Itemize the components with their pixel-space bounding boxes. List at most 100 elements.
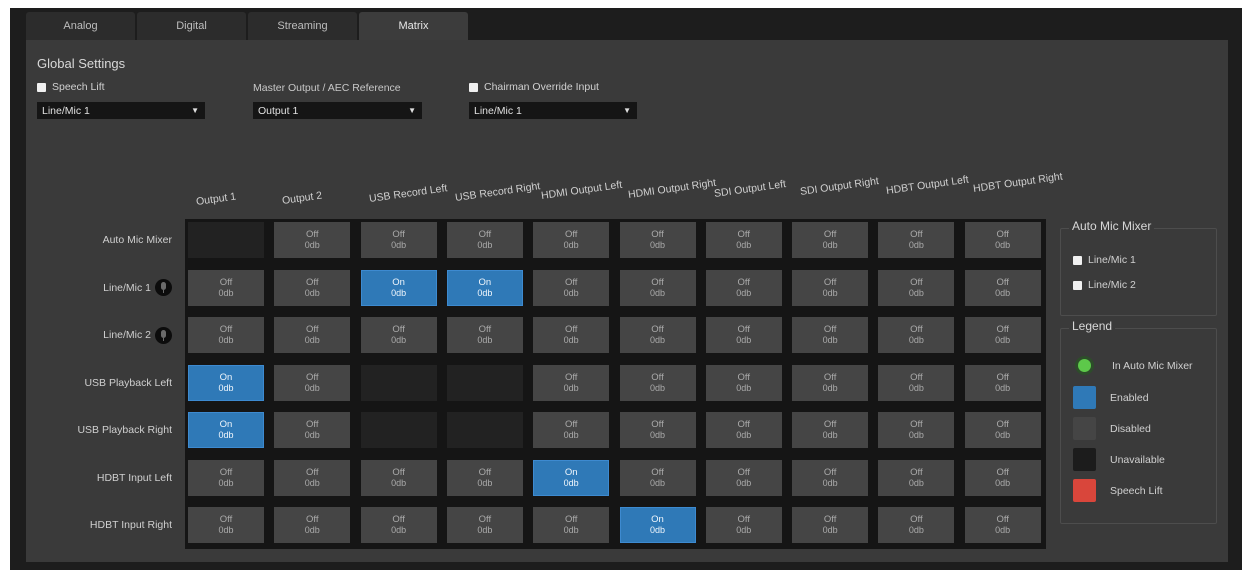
matrix-cell-hdbt-input-left-output-1[interactable]: Off 0db xyxy=(188,459,264,496)
chairman-override-toggle[interactable]: Chairman Override Input xyxy=(469,81,599,93)
matrix-cell-usb-playback-right-output-1[interactable]: On 0db xyxy=(188,412,264,448)
matrix-cell-line-mic-1-hdbt-output-left[interactable]: Off 0db xyxy=(878,269,955,306)
matrix-cell-hdbt-input-right-usb-record-left[interactable]: Off 0db xyxy=(360,507,437,543)
matrix-cell-auto-mic-mixer-sdi-output-right[interactable]: Off 0db xyxy=(792,222,869,258)
speech-lift-select-value: Line/Mic 1 xyxy=(42,104,90,117)
cell-level: 0db xyxy=(908,477,924,488)
matrix-cell-hdbt-input-right-hdbt-output-left[interactable]: Off 0db xyxy=(878,507,955,543)
tab-matrix[interactable]: Matrix xyxy=(359,12,468,40)
cell-level: 0db xyxy=(218,430,234,440)
chevron-down-icon: ▼ xyxy=(408,106,416,115)
matrix-cell-usb-playback-left-output-2[interactable]: Off 0db xyxy=(274,364,351,401)
chairman-override-checkbox[interactable] xyxy=(469,82,478,92)
matrix-cell-auto-mic-mixer-hdbt-output-left[interactable]: Off 0db xyxy=(878,222,955,258)
master-output-select[interactable]: Output 1 ▼ xyxy=(253,102,422,119)
matrix-cell-hdbt-input-left-sdi-output-left[interactable]: Off 0db xyxy=(705,459,782,496)
matrix-cell-usb-playback-right-hdbt-output-left[interactable]: Off 0db xyxy=(878,412,955,448)
matrix-cell-hdbt-input-left-usb-record-right[interactable]: Off 0db xyxy=(446,459,523,496)
row-label-text: HDBT Input Right xyxy=(89,519,172,531)
auto-mic-mixer-box xyxy=(1060,228,1217,316)
auto-mic-mixer-item-line-mic-1[interactable]: Line/Mic 1 xyxy=(1073,254,1136,266)
chairman-override-select[interactable]: Line/Mic 1 ▼ xyxy=(469,102,637,119)
matrix-cell-usb-playback-left-sdi-output-left[interactable]: Off 0db xyxy=(705,364,782,401)
line-mic-1-checkbox[interactable] xyxy=(1073,255,1082,265)
matrix-cell-line-mic-1-hdmi-output-right[interactable]: Off 0db xyxy=(619,269,696,306)
cell-status: Off xyxy=(306,276,319,288)
matrix-cell-line-mic-2-usb-record-left[interactable]: Off 0db xyxy=(360,317,437,353)
cell-level: 0db xyxy=(391,287,407,298)
tab-digital[interactable]: Digital xyxy=(137,12,246,40)
matrix-cell-hdbt-input-left-hdmi-output-left[interactable]: On 0db xyxy=(533,459,610,496)
matrix-cell-hdbt-input-right-output-2[interactable]: Off 0db xyxy=(274,507,351,543)
matrix-cell-line-mic-1-usb-record-right[interactable]: On 0db xyxy=(446,269,523,306)
matrix-cell-usb-playback-right-output-2[interactable]: Off 0db xyxy=(274,412,351,448)
matrix-cell-hdbt-input-right-hdmi-output-right[interactable]: On 0db xyxy=(619,507,696,543)
matrix-cell-line-mic-1-sdi-output-left[interactable]: Off 0db xyxy=(705,269,782,306)
matrix-cell-hdbt-input-left-output-2[interactable]: Off 0db xyxy=(274,459,351,496)
matrix-cell-usb-playback-left-sdi-output-right[interactable]: Off 0db xyxy=(792,364,869,401)
speech-lift-checkbox[interactable] xyxy=(37,82,46,92)
tab-analog[interactable]: Analog xyxy=(26,12,135,40)
matrix-cell-hdbt-input-right-sdi-output-right[interactable]: Off 0db xyxy=(792,507,869,543)
cell-level: 0db xyxy=(995,477,1011,488)
cell-status: Off xyxy=(478,514,492,525)
matrix-cell-usb-playback-right-sdi-output-right[interactable]: Off 0db xyxy=(792,412,869,448)
matrix-cell-hdbt-input-left-hdbt-output-left[interactable]: Off 0db xyxy=(878,459,955,496)
matrix-cell-line-mic-1-hdbt-output-right[interactable]: Off 0db xyxy=(964,269,1041,306)
matrix-cell-hdbt-input-left-sdi-output-right[interactable]: Off 0db xyxy=(792,459,869,496)
matrix-cell-auto-mic-mixer-usb-record-right[interactable]: Off 0db xyxy=(446,222,523,258)
matrix-cell-usb-playback-left-output-1[interactable]: On 0db xyxy=(188,364,264,401)
matrix-cell-usb-playback-right-hdmi-output-left[interactable]: Off 0db xyxy=(533,412,610,448)
matrix-cell-line-mic-2-hdmi-output-right[interactable]: Off 0db xyxy=(619,317,696,353)
matrix-cell-line-mic-2-hdbt-output-left[interactable]: Off 0db xyxy=(878,317,955,353)
matrix-cell-line-mic-1-output-2[interactable]: Off 0db xyxy=(274,269,351,306)
matrix-cell-line-mic-2-sdi-output-right[interactable]: Off 0db xyxy=(792,317,869,353)
speech-lift-select[interactable]: Line/Mic 1 ▼ xyxy=(37,102,205,119)
matrix-cell-line-mic-1-hdmi-output-left[interactable]: Off 0db xyxy=(533,269,610,306)
legend-item-unavailable: Unavailable xyxy=(1073,448,1165,471)
matrix-cell-usb-playback-left-hdbt-output-right[interactable]: Off 0db xyxy=(964,364,1041,401)
cell-status: Off xyxy=(996,324,1009,335)
matrix-cell-hdbt-input-left-hdmi-output-right[interactable]: Off 0db xyxy=(619,459,696,496)
matrix-cell-auto-mic-mixer-hdmi-output-right[interactable]: Off 0db xyxy=(619,222,696,258)
matrix-cell-auto-mic-mixer-usb-record-left[interactable]: Off 0db xyxy=(360,222,437,258)
matrix-cell-hdbt-input-right-sdi-output-left[interactable]: Off 0db xyxy=(705,507,782,543)
matrix-cell-line-mic-2-output-2[interactable]: Off 0db xyxy=(274,317,351,353)
matrix-cell-hdbt-input-right-output-1[interactable]: Off 0db xyxy=(188,507,264,543)
master-output-select-value: Output 1 xyxy=(258,104,299,117)
tab-streaming[interactable]: Streaming xyxy=(248,12,357,40)
cell-status: Off xyxy=(996,466,1009,478)
matrix-cell-line-mic-1-output-1[interactable]: Off 0db xyxy=(188,269,264,306)
matrix-cell-usb-playback-right-sdi-output-left[interactable]: Off 0db xyxy=(705,412,782,448)
matrix-cell-hdbt-input-left-hdbt-output-right[interactable]: Off 0db xyxy=(964,459,1041,496)
cell-level: 0db xyxy=(477,525,493,535)
matrix-cell-line-mic-2-sdi-output-left[interactable]: Off 0db xyxy=(705,317,782,353)
matrix-cell-hdbt-input-right-usb-record-right[interactable]: Off 0db xyxy=(446,507,523,543)
matrix-cell-line-mic-2-usb-record-right[interactable]: Off 0db xyxy=(446,317,523,353)
matrix-cell-usb-playback-right-hdbt-output-right[interactable]: Off 0db xyxy=(964,412,1041,448)
matrix-cell-usb-playback-right-hdmi-output-right[interactable]: Off 0db xyxy=(619,412,696,448)
matrix-cell-line-mic-2-output-1[interactable]: Off 0db xyxy=(188,317,264,353)
speech-lift-toggle[interactable]: Speech Lift xyxy=(37,81,105,93)
matrix-cell-usb-playback-left-hdmi-output-left[interactable]: Off 0db xyxy=(533,364,610,401)
matrix-cell-usb-playback-left-usb-record-right xyxy=(446,364,523,401)
matrix-cell-auto-mic-mixer-hdbt-output-right[interactable]: Off 0db xyxy=(964,222,1041,258)
matrix-cell-usb-playback-left-hdbt-output-left[interactable]: Off 0db xyxy=(878,364,955,401)
matrix-cell-auto-mic-mixer-hdmi-output-left[interactable]: Off 0db xyxy=(533,222,610,258)
matrix-cell-line-mic-2-hdbt-output-right[interactable]: Off 0db xyxy=(964,317,1041,353)
matrix-cell-auto-mic-mixer-sdi-output-left[interactable]: Off 0db xyxy=(705,222,782,258)
matrix-cell-usb-playback-left-hdmi-output-right[interactable]: Off 0db xyxy=(619,364,696,401)
legend-item-in-auto-mic-mixer: In Auto Mic Mixer xyxy=(1072,356,1193,375)
matrix-cell-hdbt-input-right-hdmi-output-left[interactable]: Off 0db xyxy=(533,507,610,543)
cell-status: Off xyxy=(823,466,837,478)
matrix-cell-auto-mic-mixer-output-2[interactable]: Off 0db xyxy=(274,222,351,258)
line-mic-2-checkbox[interactable] xyxy=(1073,280,1082,290)
microphone-icon[interactable] xyxy=(155,279,172,296)
matrix-cell-hdbt-input-right-hdbt-output-right[interactable]: Off 0db xyxy=(964,507,1041,543)
matrix-cell-line-mic-1-sdi-output-right[interactable]: Off 0db xyxy=(792,269,869,306)
matrix-cell-line-mic-2-hdmi-output-left[interactable]: Off 0db xyxy=(533,317,610,353)
microphone-icon[interactable] xyxy=(155,326,172,344)
matrix-cell-line-mic-1-usb-record-left[interactable]: On 0db xyxy=(360,269,437,306)
auto-mic-mixer-item-line-mic-2[interactable]: Line/Mic 2 xyxy=(1073,279,1136,291)
matrix-cell-hdbt-input-left-usb-record-left[interactable]: Off 0db xyxy=(360,459,437,496)
